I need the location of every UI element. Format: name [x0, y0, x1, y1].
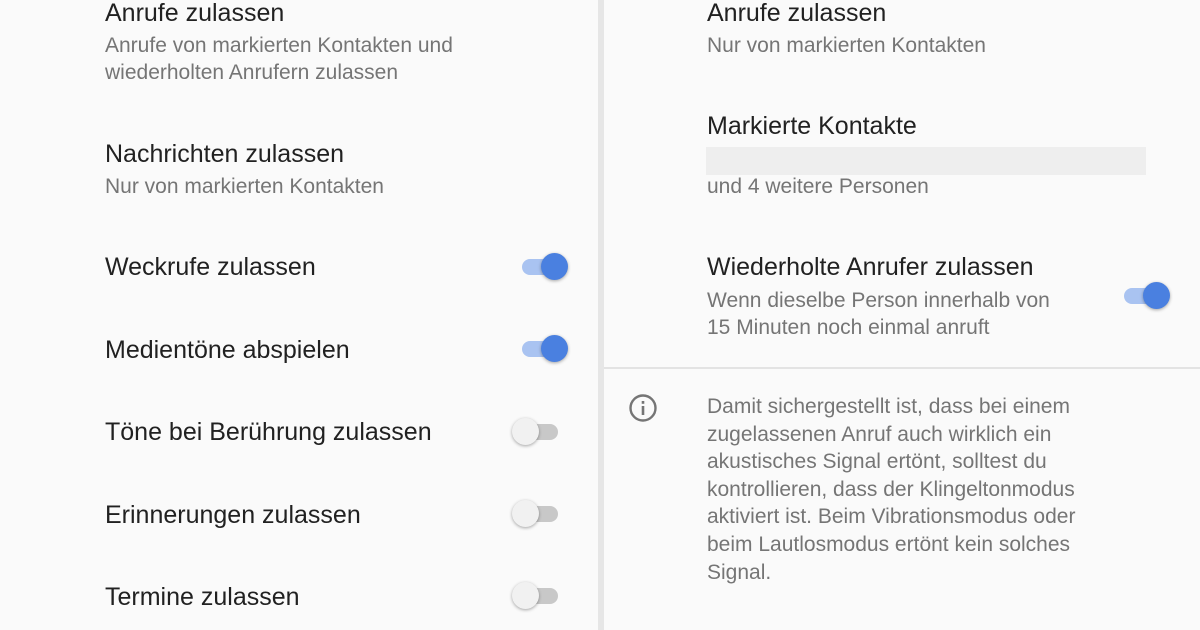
toggle-thumb [512, 582, 539, 609]
repeat-callers-line1: Wenn dieselbe Person innerhalb von [707, 289, 1050, 312]
info-text: Damit sichergestellt ist, dass bei einem… [707, 393, 1147, 586]
left-panel: Anrufe zulassen Anrufe von markierten Ko… [0, 0, 598, 630]
section-divider [604, 367, 1200, 369]
info-line: aktiviert ist. Beim Vibrationsmodus oder [707, 505, 1076, 529]
info-line: zugelassenen Anruf auch wirklich ein [707, 422, 1052, 446]
info-line: kontrollieren, dass der Klingeltonmodus [707, 477, 1075, 501]
reminders-toggle[interactable] [512, 498, 564, 528]
messages-title: Nachrichten zulassen [105, 140, 345, 168]
calls-subtitle-line1: Anrufe von markierten Kontakten und [105, 34, 453, 57]
messages-subtitle: Nur von markierten Kontakten [105, 175, 384, 198]
events-label: Termine zulassen [105, 583, 300, 611]
right-calls-setting-row[interactable]: Anrufe zulassen Nur von markierten Konta… [604, 0, 1200, 70]
events-toggle[interactable] [512, 580, 564, 610]
info-line: Damit sichergestellt ist, dass bei einem [707, 395, 1070, 418]
starred-contacts-row[interactable]: Markierte Kontakte und 4 weitere Persone… [604, 100, 1200, 210]
info-icon [629, 394, 657, 422]
calls-subtitle-line2: wiederholten Anrufern zulassen [105, 61, 399, 84]
alarms-toggle[interactable] [520, 251, 572, 281]
starred-contacts-title: Markierte Kontakte [707, 112, 917, 140]
events-setting-row[interactable]: Termine zulassen [0, 571, 598, 621]
repeat-callers-row[interactable]: Wiederholte Anrufer zulassen Wenn diesel… [604, 242, 1200, 352]
info-line: akustisches Signal ertönt, solltest du [707, 450, 1047, 474]
calls-title: Anrufe zulassen [105, 0, 285, 27]
reminders-label: Erinnerungen zulassen [105, 501, 361, 529]
media-setting-row[interactable]: Medientöne abspielen [0, 324, 598, 374]
touch-sounds-label: Töne bei Berührung zulassen [105, 418, 432, 446]
repeat-callers-line2: 15 Minuten noch einmal anruft [707, 316, 990, 339]
toggle-thumb [541, 335, 568, 362]
media-toggle[interactable] [520, 333, 572, 363]
toggle-thumb [512, 418, 539, 445]
media-label: Medientöne abspielen [105, 336, 350, 364]
right-panel: Anrufe zulassen Nur von markierten Konta… [604, 0, 1200, 630]
repeat-callers-title: Wiederholte Anrufer zulassen [707, 253, 1034, 281]
right-calls-subtitle: Nur von markierten Kontakten [707, 34, 986, 57]
toggle-thumb [512, 500, 539, 527]
messages-setting-row[interactable]: Nachrichten zulassen Nur von markierten … [0, 130, 598, 210]
starred-contacts-list-placeholder [706, 147, 1146, 175]
touch-sounds-setting-row[interactable]: Töne bei Berührung zulassen [0, 406, 598, 456]
alarms-label: Weckrufe zulassen [105, 253, 316, 281]
repeat-callers-toggle[interactable] [1122, 280, 1174, 310]
toggle-thumb [1143, 282, 1170, 309]
toggle-thumb [541, 253, 568, 280]
reminders-setting-row[interactable]: Erinnerungen zulassen [0, 488, 598, 538]
calls-setting-row[interactable]: Anrufe zulassen Anrufe von markierten Ko… [0, 0, 598, 100]
dnd-settings-screen: Anrufe zulassen Anrufe von markierten Ko… [0, 0, 1200, 630]
info-line: beim Lautlosmodus ertönt kein solches [707, 532, 1071, 556]
info-line: Signal. [707, 560, 772, 584]
starred-contacts-subtitle: und 4 weitere Personen [707, 175, 929, 198]
touch-sounds-toggle[interactable] [512, 416, 564, 446]
right-calls-title: Anrufe zulassen [707, 0, 887, 27]
alarms-setting-row[interactable]: Weckrufe zulassen [0, 242, 598, 292]
